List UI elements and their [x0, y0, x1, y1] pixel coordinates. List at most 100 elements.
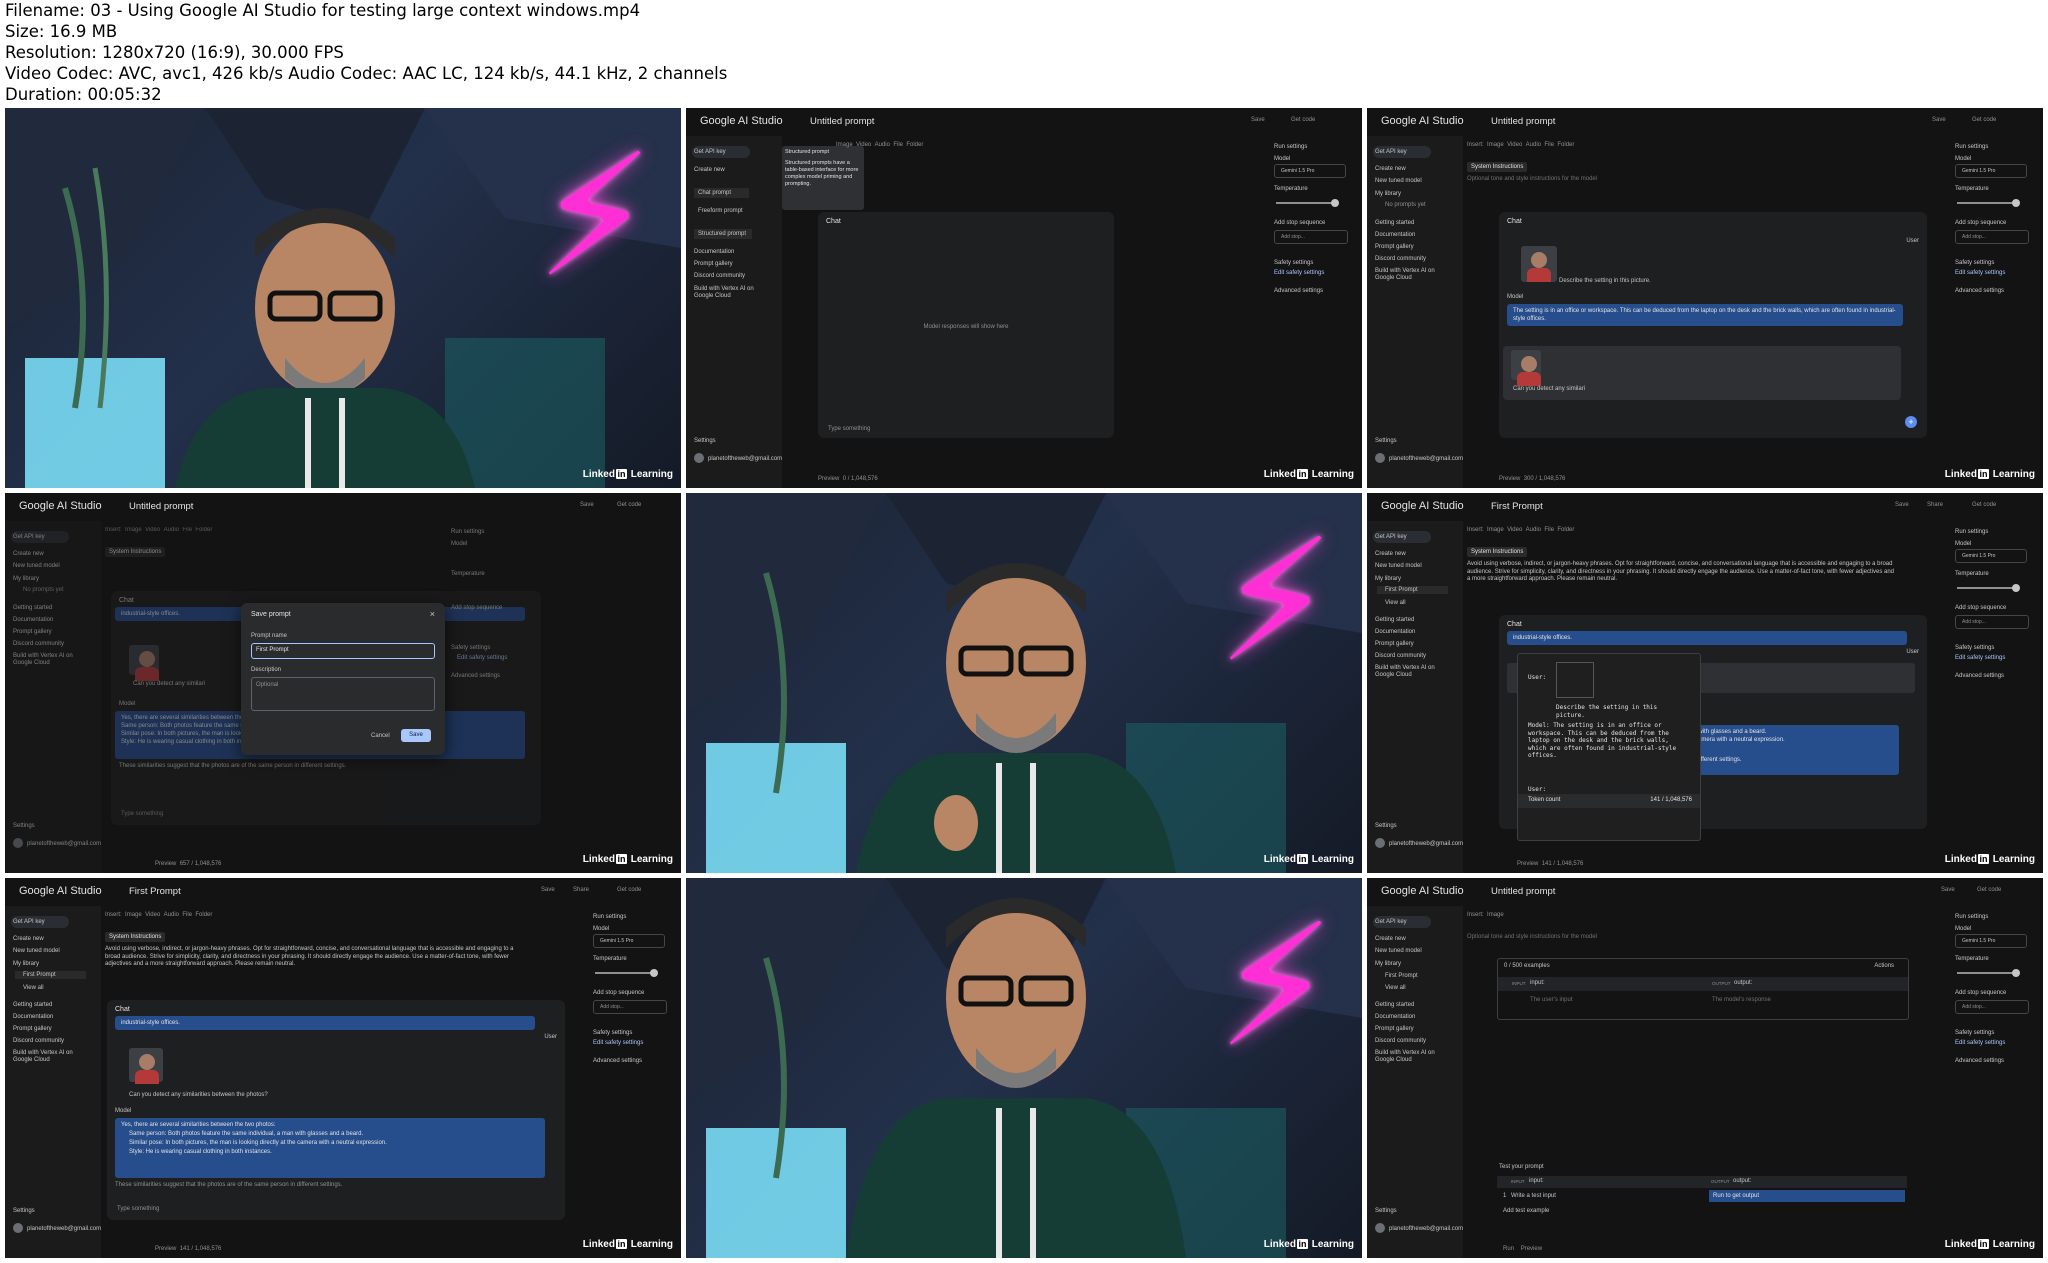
- prompt-name-input[interactable]: First Prompt: [251, 643, 435, 659]
- stop-sequence-input[interactable]: Add stop...: [1955, 230, 2029, 244]
- system-instructions[interactable]: System Instructions Avoid using verbose,…: [105, 932, 535, 972]
- model-select[interactable]: Gemini 1.5 Pro: [1955, 549, 2027, 563]
- sidebar-my-library[interactable]: My library: [1375, 191, 1401, 197]
- save-button[interactable]: Save: [541, 887, 555, 893]
- advanced-settings-toggle[interactable]: Advanced settings: [1955, 1058, 2004, 1064]
- model-select[interactable]: Gemini 1.5 Pro: [1955, 934, 2027, 948]
- library-first-prompt[interactable]: First Prompt: [1377, 586, 1448, 594]
- get-code-button[interactable]: Get code: [1972, 502, 1996, 508]
- share-button[interactable]: Share: [573, 887, 589, 893]
- view-all-link[interactable]: View all: [1375, 600, 1406, 606]
- save-button[interactable]: Save: [580, 502, 594, 508]
- get-code-button[interactable]: Get code: [1291, 117, 1315, 123]
- sidebar-create-new[interactable]: Create new: [1375, 166, 1406, 172]
- codec-line: Video Codec: AVC, avc1, 426 kb/s Audio C…: [5, 64, 728, 83]
- model-select[interactable]: Gemini 1.5 Pro: [1274, 164, 1346, 178]
- advanced-settings-toggle[interactable]: Advanced settings: [1955, 288, 2004, 294]
- sidebar-vertex[interactable]: Build with Vertex AI on Google Cloud: [1375, 268, 1445, 282]
- stop-sequence-input[interactable]: Add stop...: [1274, 230, 1348, 244]
- temperature-slider[interactable]: [1276, 199, 1339, 207]
- chat-input-box[interactable]: Can you detect any similari: [1503, 346, 1901, 400]
- stop-sequence-input[interactable]: Add stop...: [593, 1000, 667, 1014]
- sidebar-new-tuned[interactable]: New tuned model: [1375, 178, 1422, 184]
- get-api-key-button[interactable]: Get API key: [694, 149, 726, 155]
- page-title[interactable]: Untitled prompt: [129, 501, 193, 512]
- temperature-slider[interactable]: [1957, 199, 2020, 207]
- get-code-button[interactable]: Get code: [617, 502, 641, 508]
- chat-input[interactable]: Type something: [117, 1206, 159, 1212]
- sidebar-discord[interactable]: Discord community: [1375, 256, 1426, 262]
- stop-sequence-input[interactable]: Add stop...: [1955, 1000, 2029, 1014]
- edit-safety-link[interactable]: Edit safety settings: [1955, 270, 2005, 276]
- model-select[interactable]: Gemini 1.5 Pro: [1955, 164, 2027, 178]
- page-title[interactable]: First Prompt: [1491, 501, 1543, 512]
- menu-chat-prompt[interactable]: Chat prompt: [694, 188, 750, 198]
- insert-toolbar: Image Video Audio File Folder: [836, 142, 924, 148]
- add-button[interactable]: +: [1905, 416, 1917, 428]
- sidebar-prompt-gallery[interactable]: Prompt gallery: [1375, 244, 1414, 250]
- page-title[interactable]: Untitled prompt: [810, 116, 874, 127]
- system-instructions[interactable]: System Instructions Avoid using verbose,…: [1467, 547, 1897, 587]
- add-test-example-button[interactable]: Add test example: [1503, 1208, 1549, 1214]
- account-email: planetoftheweb@gmail.com: [694, 453, 782, 463]
- actions-menu[interactable]: Actions: [1874, 963, 1894, 969]
- sidebar-getting-started[interactable]: Getting started: [1375, 220, 1414, 226]
- get-code-button[interactable]: Get code: [1977, 887, 2001, 893]
- description-input[interactable]: Optional: [251, 677, 435, 711]
- get-code-button[interactable]: Get code: [1972, 117, 1996, 123]
- get-api-key-button[interactable]: Get API key: [1375, 149, 1407, 155]
- chat-input[interactable]: Type something: [828, 426, 870, 432]
- sidebar-documentation[interactable]: Documentation: [694, 249, 734, 255]
- sidebar-create-new[interactable]: Create new: [694, 167, 725, 173]
- get-code-button[interactable]: Get code: [617, 887, 641, 893]
- frame-presenter-2: ⚡ Linked in Learning: [686, 493, 1362, 873]
- save-button[interactable]: Save: [1251, 117, 1265, 123]
- advanced-settings-toggle[interactable]: Advanced settings: [1955, 673, 2004, 679]
- library-first-prompt[interactable]: First Prompt: [1375, 973, 1418, 979]
- cancel-button[interactable]: Cancel: [371, 733, 390, 739]
- view-all-link[interactable]: View all: [1375, 985, 1406, 991]
- chat-panel: Chat industrial-style offices. User Can …: [107, 1000, 565, 1220]
- test-prompt-toggle[interactable]: Test your prompt: [1499, 1164, 1544, 1170]
- save-button[interactable]: Save: [1895, 502, 1909, 508]
- no-prompts-text: No prompts yet: [1385, 202, 1426, 208]
- page-title[interactable]: Untitled prompt: [1491, 116, 1555, 127]
- system-instructions-placeholder[interactable]: Optional tone and style instructions for…: [1467, 934, 1597, 940]
- sidebar-discord[interactable]: Discord community: [694, 273, 745, 279]
- advanced-settings-toggle[interactable]: Advanced settings: [593, 1058, 642, 1064]
- page-title[interactable]: First Prompt: [129, 886, 181, 897]
- stop-sequence-input[interactable]: Add stop...: [1955, 615, 2029, 629]
- dialog-save-button[interactable]: Save: [401, 729, 431, 742]
- menu-structured-prompt[interactable]: Structured prompt: [694, 229, 753, 239]
- sidebar-documentation[interactable]: Documentation: [1375, 232, 1415, 238]
- sidebar-settings[interactable]: Settings: [1375, 438, 1397, 444]
- save-button[interactable]: Save: [1941, 887, 1955, 893]
- edit-safety-link[interactable]: Edit safety settings: [1955, 655, 2005, 661]
- edit-safety-link[interactable]: Edit safety settings: [1274, 270, 1324, 276]
- temperature-slider[interactable]: [1957, 969, 2020, 977]
- app-brand: Google AI Studio: [700, 115, 783, 127]
- menu-freeform-prompt[interactable]: Freeform prompt: [694, 208, 743, 214]
- system-instructions[interactable]: System Instructions Optional tone and st…: [1467, 162, 1897, 202]
- run-button[interactable]: Run: [1503, 1246, 1514, 1252]
- library-first-prompt[interactable]: First Prompt: [15, 971, 86, 979]
- close-icon[interactable]: ×: [430, 609, 435, 619]
- sidebar-prompt-gallery[interactable]: Prompt gallery: [694, 261, 733, 267]
- file-info: Filename: 03 - Using Google AI Studio fo…: [5, 0, 905, 105]
- temperature-slider[interactable]: [1957, 584, 2020, 592]
- sidebar-vertex[interactable]: Build with Vertex AI on Google Cloud: [694, 286, 764, 300]
- model-select[interactable]: Gemini 1.5 Pro: [593, 934, 665, 948]
- edit-safety-link[interactable]: Edit safety settings: [593, 1040, 643, 1046]
- temperature-slider[interactable]: [595, 969, 658, 977]
- share-button[interactable]: Share: [1927, 502, 1943, 508]
- avatar: [1375, 1223, 1385, 1233]
- sidebar-settings[interactable]: Settings: [694, 438, 716, 444]
- advanced-settings-toggle[interactable]: Advanced settings: [1274, 288, 1323, 294]
- save-button[interactable]: Save: [1932, 117, 1946, 123]
- uploaded-photo-2: [129, 1048, 163, 1084]
- run-settings-title: Run settings: [1274, 144, 1308, 150]
- view-all-link[interactable]: View all: [13, 985, 44, 991]
- edit-safety-link[interactable]: Edit safety settings: [1955, 1040, 2005, 1046]
- page-title[interactable]: Untitled prompt: [1491, 886, 1555, 897]
- sidebar: Get API key Create new New tuned model M…: [1367, 521, 1463, 873]
